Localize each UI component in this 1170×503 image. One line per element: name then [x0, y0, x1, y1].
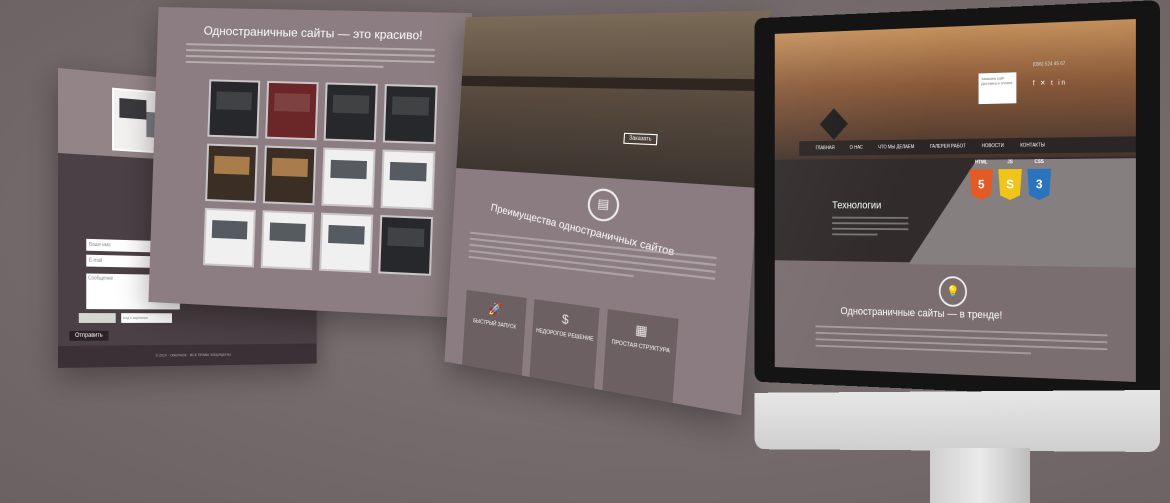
gallery-item[interactable] — [265, 80, 319, 141]
captcha-input[interactable]: Код с картинки — [121, 313, 172, 323]
nav-item-services[interactable]: ЧТО МЫ ДЕЛАЕМ — [878, 140, 914, 156]
advantage-cards: 🚀 БЫСТРЫЙ ЗАПУСК $ НЕДОРОГОЕ РЕШЕНИЕ ▦ П… — [461, 289, 679, 409]
gallery-intro-text — [185, 43, 435, 73]
technologies-title: Технологии — [832, 200, 882, 212]
gallery-item[interactable] — [202, 207, 256, 268]
send-button[interactable]: Отправить — [69, 330, 109, 341]
html5-icon: 5 — [970, 169, 993, 200]
imac-stand — [930, 448, 1030, 503]
js-icon: S — [998, 169, 1022, 200]
nav-item-contacts[interactable]: КОНТАКТЫ — [1020, 138, 1045, 154]
advantage-card-cheap: $ НЕДОРОГОЕ РЕШЕНИЕ — [529, 299, 600, 395]
imac-chin — [754, 390, 1160, 452]
lightbulb-icon: 💡 — [938, 275, 968, 308]
html5-label: HTML — [975, 159, 988, 166]
technologies-text — [832, 216, 909, 240]
gallery-item[interactable] — [378, 214, 434, 276]
css3-icon: 3 — [1027, 169, 1051, 200]
gallery-item[interactable] — [382, 84, 438, 145]
social-icons[interactable]: f ✕ t in — [1033, 79, 1067, 88]
nav-item-gallery[interactable]: ГАЛЕРЕЯ РАБОТ — [930, 139, 966, 155]
book-icon: ▤ — [586, 187, 621, 223]
nav-item-news[interactable]: НОВОСТИ — [982, 138, 1004, 154]
js-label: JS — [1007, 159, 1013, 166]
card-label: ПРОСТАЯ СТРУКТУРА — [611, 339, 671, 355]
captcha-image — [78, 313, 116, 323]
phone-number: (096) 524 45 67 — [1032, 61, 1066, 68]
nav-item-about[interactable]: О НАС — [850, 140, 863, 155]
gallery-page-panel: Одностраничные сайты — это красиво! — [148, 7, 473, 318]
imac-bezel: Заказать сайт Доставка и оплата (096) 52… — [754, 0, 1160, 400]
page-footer: © 2014 · ONEPAGE · ВСЕ ПРАВА ЗАЩИЩЕНЫ — [58, 343, 317, 368]
imac-mockup: Заказать сайт Доставка и оплата (096) 52… — [700, 0, 1170, 503]
contact-box[interactable]: Заказать сайт Доставка и оплата — [978, 72, 1017, 105]
advantages-text — [468, 231, 717, 292]
gallery-item[interactable] — [319, 212, 374, 274]
gallery-item[interactable] — [205, 143, 259, 203]
gallery-title: Одностраничные сайты — это красиво! — [203, 23, 423, 43]
trend-text — [815, 325, 1108, 362]
hero-order-button[interactable]: Заказать — [623, 132, 658, 146]
card-label: БЫСТРЫЙ ЗАПУСК — [472, 318, 517, 331]
gallery-item[interactable] — [207, 79, 261, 139]
css3-label: CSS — [1034, 159, 1044, 166]
card-label: НЕДОРОГОЕ РЕШЕНИЕ — [535, 327, 594, 343]
nav-item-home[interactable]: ГЛАВНАЯ — [816, 141, 835, 156]
advantage-card-simple: ▦ ПРОСТАЯ СТРУКТУРА — [602, 309, 679, 409]
advantage-card-fast-launch: 🚀 БЫСТРЫЙ ЗАПУСК — [461, 289, 527, 381]
gallery-item[interactable] — [323, 82, 378, 143]
gallery-item[interactable] — [260, 210, 315, 271]
gallery-item[interactable] — [380, 149, 436, 211]
gallery-item[interactable] — [321, 147, 376, 208]
gallery-grid — [202, 79, 449, 276]
trend-title: Одностраничные сайты — в тренде! — [840, 305, 1003, 322]
tech-icons: HTML 5 JS S CSS 3 — [970, 159, 1051, 200]
imac-screen: Заказать сайт Доставка и оплата (096) 52… — [774, 18, 1136, 382]
gallery-item[interactable] — [262, 145, 317, 206]
